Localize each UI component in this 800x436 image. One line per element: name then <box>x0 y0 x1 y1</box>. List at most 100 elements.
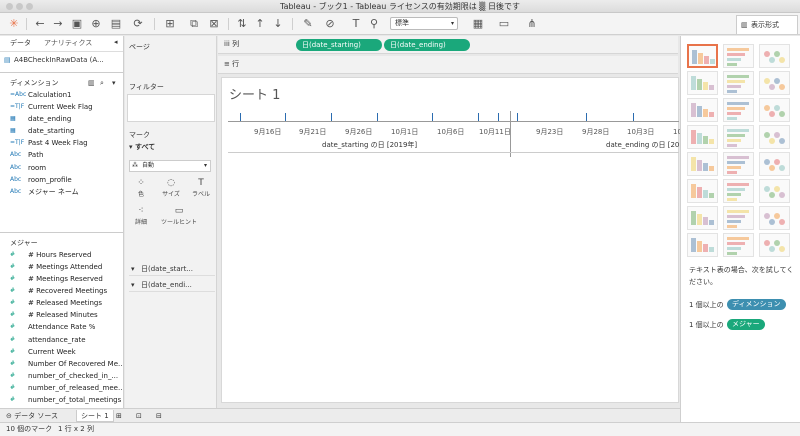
measure-field[interactable]: # Number Of Recovered Me... <box>0 358 123 370</box>
dimension-field[interactable]: Abc room_profile <box>0 174 123 186</box>
show-me-chart-option[interactable] <box>723 179 754 203</box>
column-pill-date-starting[interactable]: 日(date_starting) <box>296 39 382 51</box>
left-axis-title[interactable]: date_starting の日 [2019年] <box>322 140 417 150</box>
show-me-chart-option[interactable] <box>759 71 790 95</box>
date-mark[interactable] <box>517 113 518 121</box>
tableau-logo-icon[interactable]: ✳ <box>6 16 22 32</box>
show-me-chart-option[interactable] <box>723 44 754 68</box>
show-me-chart-option[interactable] <box>687 152 718 176</box>
pane-collapse-icon[interactable]: ◂ <box>114 38 118 46</box>
new-dashboard-tab-icon[interactable]: ⊡ <box>132 410 146 422</box>
datasource-item[interactable]: ▤ A4BCheckInRawData (A... <box>0 52 123 68</box>
tab-sheet-1[interactable]: シート 1 <box>76 410 114 422</box>
fit-select[interactable]: 標準 ▾ <box>390 17 458 30</box>
date-mark[interactable] <box>432 113 433 121</box>
date-mark[interactable] <box>586 113 587 121</box>
show-me-chart-option[interactable] <box>759 233 790 257</box>
mark-type-select[interactable]: ⁂ 自動 ▾ <box>129 160 211 172</box>
show-me-chart-option[interactable] <box>723 152 754 176</box>
show-me-chart-option[interactable] <box>759 44 790 68</box>
measure-field[interactable]: # number_of_released_mee... <box>0 382 123 394</box>
dimension-field[interactable]: ▦ date_starting <box>0 125 123 137</box>
measure-field[interactable]: # # Meetings Reserved <box>0 273 123 285</box>
show-me-chart-option[interactable] <box>723 98 754 122</box>
swap-rows-columns-icon[interactable]: ⇅ <box>234 16 250 32</box>
measure-field[interactable]: # # Meetings Attended <box>0 261 123 273</box>
refresh-icon[interactable]: ⟳ <box>130 16 146 32</box>
label-button[interactable]: T ラベル <box>189 178 213 200</box>
tooltip-button[interactable]: ▭ ツールヒント <box>159 206 199 228</box>
color-button[interactable]: ⁘ 色 <box>129 178 153 200</box>
show-me-chart-option[interactable] <box>723 233 754 257</box>
measure-field[interactable]: # # Released Minutes <box>0 309 123 321</box>
measure-field[interactable]: # # Released Meetings <box>0 297 123 309</box>
show-me-chart-option[interactable] <box>723 125 754 149</box>
show-me-chart-option[interactable] <box>759 152 790 176</box>
highlight-icon[interactable]: ✎ <box>300 16 316 32</box>
label-icon[interactable]: T <box>348 16 364 32</box>
measure-field[interactable]: # Current Week <box>0 346 123 358</box>
clear-sheet-icon[interactable]: ⊠ <box>206 16 222 32</box>
detail-button[interactable]: ⁖ 詳細 <box>129 206 153 228</box>
pause-updates-icon[interactable]: ▤ <box>108 16 124 32</box>
new-worksheet-icon[interactable]: ⊞ <box>162 16 178 32</box>
show-me-chart-option[interactable] <box>687 125 718 149</box>
mark-pill-start[interactable]: ▾ 日(date_start... <box>129 262 215 276</box>
dimension-field[interactable]: ▦ date_ending <box>0 113 123 125</box>
show-me-chart-option[interactable] <box>687 233 718 257</box>
date-mark[interactable] <box>240 113 241 121</box>
measure-field[interactable]: # # Recovered Meetings <box>0 285 123 297</box>
show-me-tab[interactable]: ▥ 表示形式 <box>736 15 798 34</box>
duplicate-sheet-icon[interactable]: ⧉ <box>186 16 202 32</box>
show-me-chart-option[interactable] <box>759 125 790 149</box>
show-me-chart-option[interactable] <box>687 98 718 122</box>
show-me-chart-option[interactable] <box>723 206 754 230</box>
presentation-mode-icon[interactable]: ▭ <box>496 16 512 32</box>
date-mark[interactable] <box>285 113 286 121</box>
mark-pill-end[interactable]: ▾ 日(date_endi... <box>129 278 215 292</box>
size-button[interactable]: ◌ サイズ <box>159 178 183 200</box>
redo-icon[interactable]: → <box>50 16 66 32</box>
filters-shelf[interactable] <box>127 94 215 122</box>
view-canvas[interactable]: シート 1 9月16日 9月21日 9月26日 10月1日 10月6日 10月11日 9月2… <box>221 77 700 403</box>
view-options-icon[interactable]: ▥ <box>88 77 95 89</box>
pages-shelf[interactable] <box>127 54 215 76</box>
dimension-field[interactable]: =Abc Calculation1 <box>0 89 123 101</box>
right-axis-title[interactable]: date_ending の日 [201 <box>606 140 684 150</box>
show-me-chart-option[interactable] <box>759 98 790 122</box>
rows-shelf[interactable]: ≡ 行 <box>218 56 678 74</box>
measure-field[interactable]: # Attendance Rate % <box>0 321 123 333</box>
date-mark[interactable] <box>331 113 332 121</box>
save-icon[interactable]: ▣ <box>69 16 85 32</box>
tab-analytics[interactable]: アナリティクス <box>44 38 92 48</box>
new-story-tab-icon[interactable]: ⊟ <box>152 410 166 422</box>
show-me-chart-option[interactable] <box>759 179 790 203</box>
pin-icon[interactable]: ⚲ <box>366 16 382 32</box>
dimension-field[interactable]: Abc メジャー ネーム <box>0 186 123 198</box>
sort-ascending-icon[interactable]: ↑ <box>252 16 268 32</box>
group-icon[interactable]: ⊘ <box>322 16 338 32</box>
show-me-chart-option[interactable] <box>687 44 718 68</box>
search-icon[interactable]: ⌕ <box>100 77 104 89</box>
sort-descending-icon[interactable]: ↓ <box>270 16 286 32</box>
dimension-field[interactable]: Abc Path <box>0 149 123 161</box>
tab-data[interactable]: データ <box>10 38 31 48</box>
measure-field[interactable]: # attendance_rate <box>0 334 123 346</box>
date-mark[interactable] <box>498 113 499 121</box>
columns-shelf[interactable]: iii 列 日(date_starting) 日(date_ending) <box>218 36 678 54</box>
share-icon[interactable]: ⋔ <box>524 16 540 32</box>
dimension-field[interactable]: Abc room <box>0 162 123 174</box>
dimension-field[interactable]: =T|F Current Week Flag <box>0 101 123 113</box>
date-mark[interactable] <box>633 113 634 121</box>
minimize-window-button[interactable] <box>16 3 23 10</box>
new-datasource-icon[interactable]: ⊕ <box>88 16 104 32</box>
show-me-chart-option[interactable] <box>723 71 754 95</box>
measure-field[interactable]: # number_of_total_meetings <box>0 394 123 406</box>
undo-icon[interactable]: ← <box>32 16 48 32</box>
show-me-chart-option[interactable] <box>759 206 790 230</box>
new-worksheet-tab-icon[interactable]: ⊞ <box>112 410 126 422</box>
marks-all-toggle[interactable]: ▾ すべて <box>129 142 155 152</box>
tab-datasource[interactable]: ⊝ データ ソース <box>2 410 62 422</box>
close-window-button[interactable] <box>6 3 13 10</box>
measure-field[interactable]: # # Hours Reserved <box>0 249 123 261</box>
